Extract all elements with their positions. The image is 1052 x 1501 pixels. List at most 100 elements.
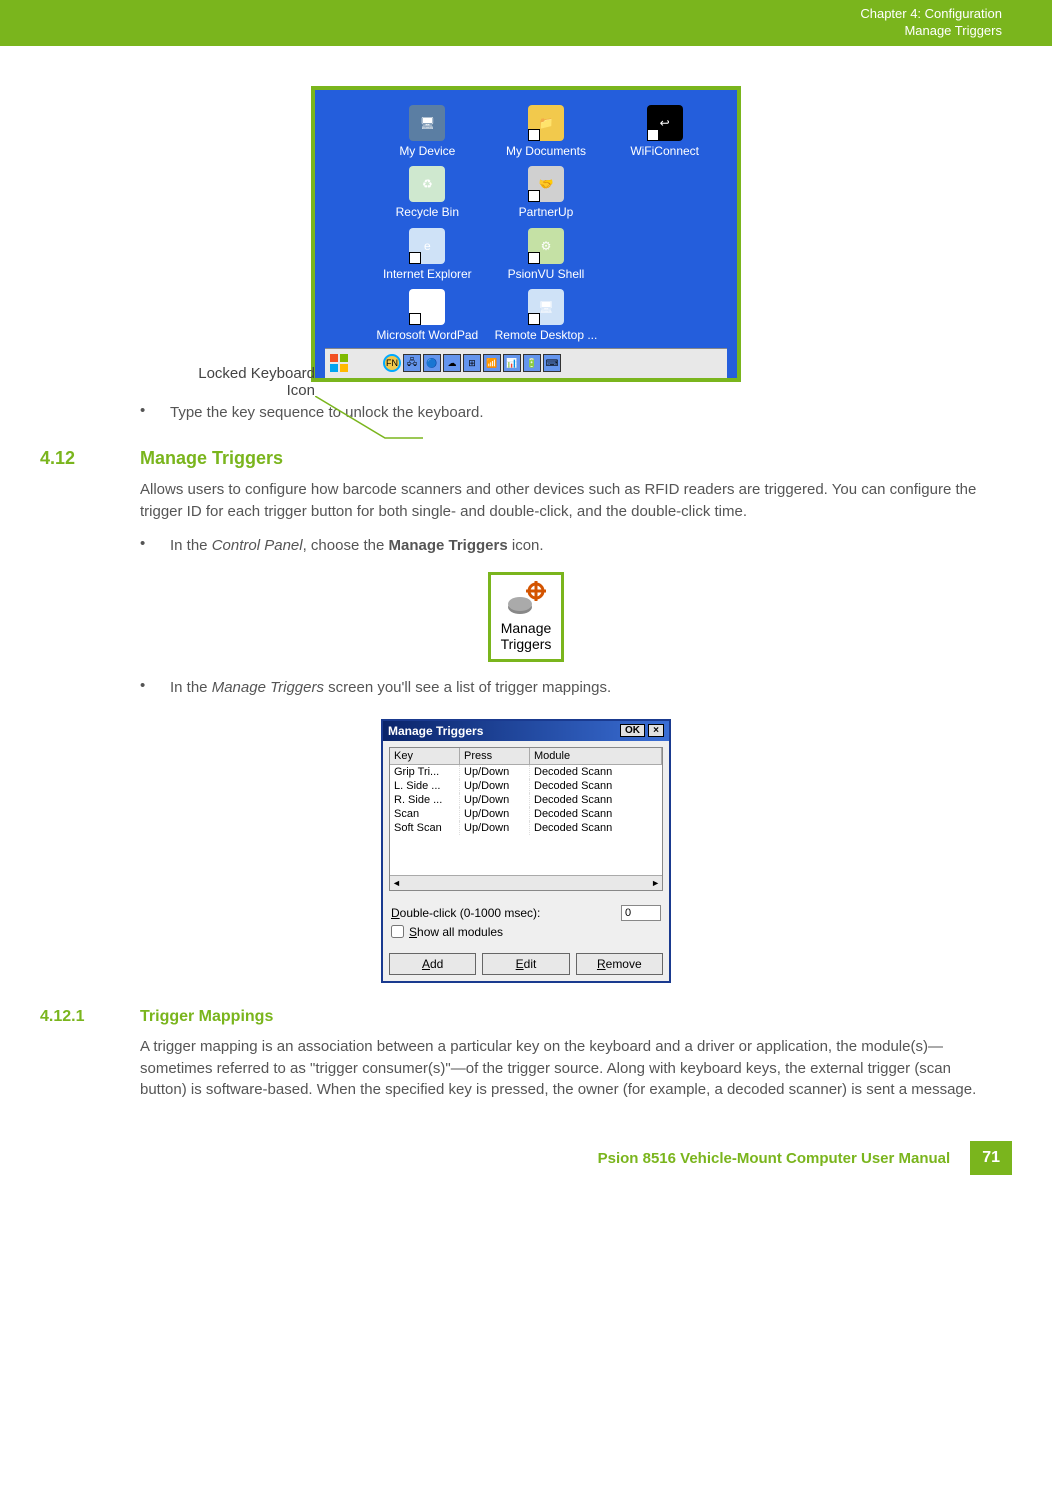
- header-chapter: Chapter 4: Configuration: [860, 6, 1002, 23]
- cell-key: Soft Scan: [390, 821, 460, 835]
- scroll-right-icon[interactable]: ►: [651, 878, 660, 888]
- bullet-text: Type the key sequence to unlock the keyb…: [170, 402, 992, 424]
- section-number: 4.12: [40, 448, 75, 469]
- cell-press: Up/Down: [460, 807, 530, 821]
- cell-module: Decoded Scann: [530, 765, 662, 779]
- section-4-12-body: Allows users to configure how barcode sc…: [140, 479, 992, 556]
- section-4-12: 4.12 Manage Triggers: [40, 448, 1012, 469]
- table-row[interactable]: Grip Tri...Up/DownDecoded Scann: [390, 765, 662, 779]
- bullet-marker: •: [140, 535, 170, 557]
- double-click-input[interactable]: [621, 905, 661, 921]
- desktop-icon-label: Recycle Bin: [396, 205, 459, 219]
- tray-icon: ☁: [443, 354, 461, 372]
- add-button[interactable]: Add: [389, 953, 476, 975]
- intro-text: Allows users to configure how barcode sc…: [140, 479, 992, 523]
- shortcut-overlay-icon: ↗: [647, 129, 659, 141]
- taskbar: FN🖧🔵☁⊞📶📊🔋⌨: [325, 348, 727, 378]
- cell-press: Up/Down: [460, 793, 530, 807]
- column-header-key[interactable]: Key: [390, 748, 460, 764]
- desktop-icon: 🖥↗Remote Desktop ...: [489, 289, 604, 342]
- cell-key: Scan: [390, 807, 460, 821]
- manage-triggers-window-wrap: Manage Triggers OK × Key Press Module Gr…: [40, 719, 1012, 983]
- cell-key: Grip Tri...: [390, 765, 460, 779]
- cell-press: Up/Down: [460, 821, 530, 835]
- desktop-icon: W↗ Microsoft WordPad: [370, 289, 485, 342]
- subsection-number: 4.12.1: [40, 1008, 84, 1026]
- desktop-icon-glyph-icon: ↩↗: [647, 105, 683, 141]
- bullet-trigger-mappings: • In the Manage Triggers screen you'll s…: [140, 677, 992, 699]
- cell-key: L. Side ...: [390, 779, 460, 793]
- remove-button[interactable]: Remove: [576, 953, 663, 975]
- desktop-icon-glyph-icon: W↗: [409, 289, 445, 325]
- desktop-icon-glyph-icon: ⚙↗: [528, 228, 564, 264]
- tray-icon: 🔵: [423, 354, 441, 372]
- show-all-label: Show all modules: [409, 925, 661, 939]
- bullet-control-panel: • In the Control Panel, choose the Manag…: [140, 535, 992, 557]
- ok-button[interactable]: OK: [620, 724, 645, 737]
- cell-module: Decoded Scann: [530, 793, 662, 807]
- table-row[interactable]: L. Side ...Up/DownDecoded Scann: [390, 779, 662, 793]
- manage-triggers-icon: Manage Triggers: [488, 572, 565, 663]
- desktop-icon-label: My Device: [399, 144, 455, 158]
- edit-button[interactable]: Edit: [482, 953, 569, 975]
- window-button-row: Add Edit Remove: [389, 953, 663, 975]
- trigger-list: Key Press Module Grip Tri...Up/DownDecod…: [389, 747, 663, 891]
- desktop-icon-label: PsionVU Shell: [508, 267, 585, 281]
- horizontal-scrollbar[interactable]: ◄ ►: [390, 875, 662, 890]
- bullet-marker: •: [140, 402, 170, 424]
- table-row[interactable]: ScanUp/DownDecoded Scann: [390, 807, 662, 821]
- desktop-icon-glyph-icon: e↗: [409, 228, 445, 264]
- trigger-mappings-text: A trigger mapping is an association betw…: [140, 1036, 992, 1101]
- manage-triggers-icon-wrap: Manage Triggers: [40, 572, 1012, 663]
- callout-line1: Locked Keyboard: [198, 365, 315, 382]
- close-button[interactable]: ×: [648, 724, 664, 737]
- desktop-icon-label: PartnerUp: [519, 205, 574, 219]
- shortcut-overlay-icon: ↗: [528, 190, 540, 202]
- desktop-icon-label: Remote Desktop ...: [495, 328, 598, 342]
- page-body: Locked Keyboard Icon 🖥My Device📁↗My Docu…: [0, 46, 1052, 1121]
- desktop-icon: ⚙↗ PsionVU Shell: [489, 228, 604, 281]
- desktop-icon: ♻Recycle Bin: [370, 166, 485, 219]
- desktop-icon: ↩↗WiFiConnect: [607, 105, 722, 158]
- desktop-icon-label: Microsoft WordPad: [376, 328, 478, 342]
- desktop-screenshot-frame: Locked Keyboard Icon 🖥My Device📁↗My Docu…: [311, 86, 741, 382]
- show-all-checkbox[interactable]: [391, 925, 404, 938]
- trigger-list-body[interactable]: Grip Tri...Up/DownDecoded ScannL. Side .…: [390, 765, 662, 875]
- window-titlebar: Manage Triggers OK ×: [383, 721, 669, 741]
- table-row[interactable]: R. Side ...Up/DownDecoded Scann: [390, 793, 662, 807]
- mt-icon-label-1: Manage: [501, 620, 552, 637]
- desktop-icon-glyph-icon: 🤝↗: [528, 166, 564, 202]
- header-bar: Chapter 4: Configuration Manage Triggers: [0, 0, 1052, 46]
- footer-title: Psion 8516 Vehicle-Mount Computer User M…: [598, 1150, 951, 1167]
- column-header-press[interactable]: Press: [460, 748, 530, 764]
- header-content: Chapter 4: Configuration Manage Triggers: [860, 6, 1002, 40]
- cell-module: Decoded Scann: [530, 779, 662, 793]
- trigger-list-header: Key Press Module: [390, 748, 662, 765]
- desktop-icon-glyph-icon: 📁↗: [528, 105, 564, 141]
- column-header-module[interactable]: Module: [530, 748, 662, 764]
- tray-icon: ⊞: [463, 354, 481, 372]
- desktop-icon-grid: 🖥My Device📁↗My Documents↩↗WiFiConnect♻Re…: [325, 100, 727, 348]
- tray-icon: 🖧: [403, 354, 421, 372]
- footer-page-number: 71: [970, 1141, 1012, 1175]
- shortcut-overlay-icon: ↗: [528, 129, 540, 141]
- body-area: • Type the key sequence to unlock the ke…: [140, 402, 992, 424]
- cell-module: Decoded Scann: [530, 807, 662, 821]
- scroll-left-icon[interactable]: ◄: [392, 878, 401, 888]
- cell-press: Up/Down: [460, 765, 530, 779]
- tray-icon: 📶: [483, 354, 501, 372]
- start-icon: [329, 353, 349, 373]
- cell-module: Decoded Scann: [530, 821, 662, 835]
- callout-locked-keyboard: Locked Keyboard Icon: [185, 365, 315, 399]
- desktop-icon-label: Internet Explorer: [383, 267, 472, 281]
- table-row[interactable]: Soft ScanUp/DownDecoded Scann: [390, 821, 662, 835]
- double-click-label: Double-click (0-1000 msec):: [391, 906, 621, 920]
- desktop-icon: 🤝↗ PartnerUp: [489, 166, 604, 219]
- window-bottom-panel: Double-click (0-1000 msec): Show all mod…: [383, 897, 669, 947]
- tray-icon: ⌨: [543, 354, 561, 372]
- shortcut-overlay-icon: ↗: [409, 313, 421, 325]
- section-4-12-1: 4.12.1 Trigger Mappings: [40, 1008, 1012, 1026]
- desktop-icon-glyph-icon: 🖥: [409, 105, 445, 141]
- bullet-unlock-keyboard: • Type the key sequence to unlock the ke…: [140, 402, 992, 424]
- desktop-icon: e↗ Internet Explorer: [370, 228, 485, 281]
